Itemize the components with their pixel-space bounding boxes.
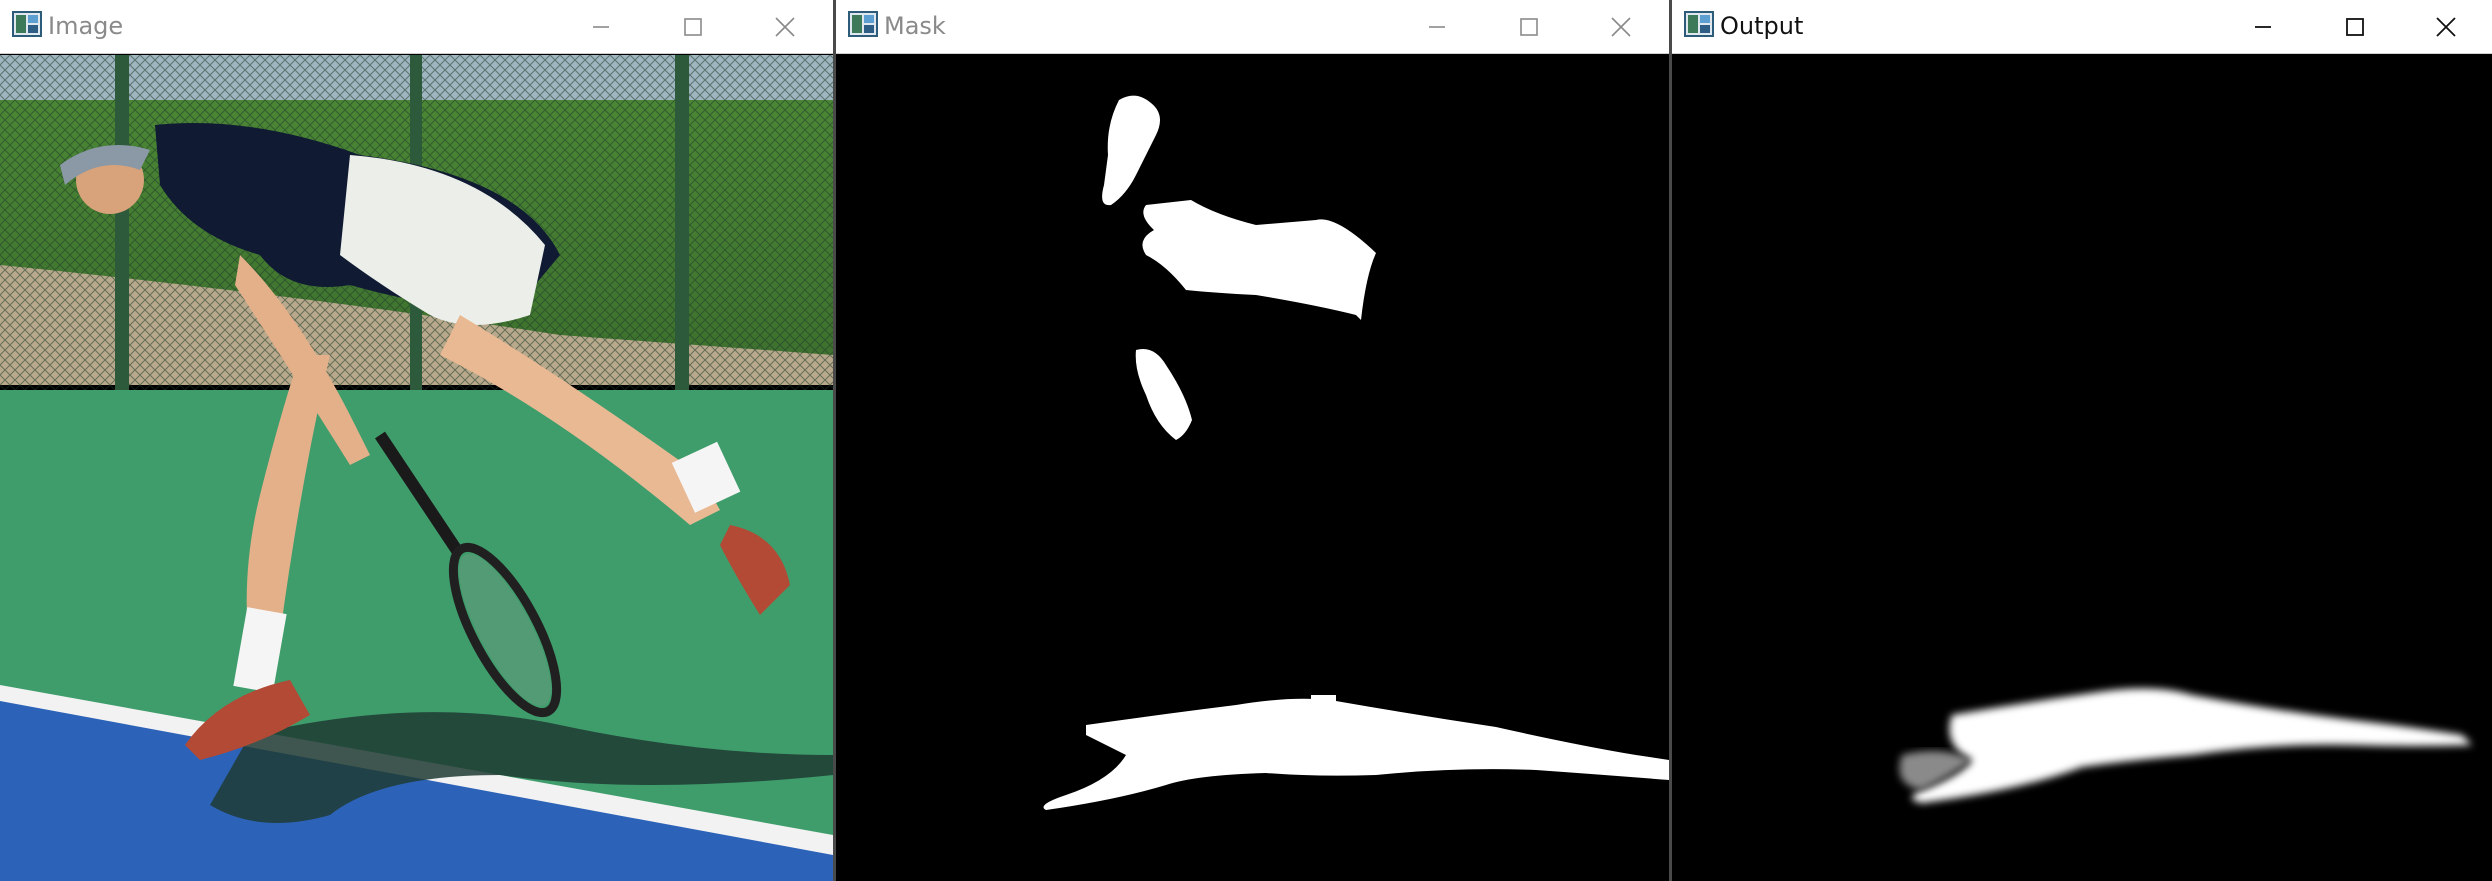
mask-image bbox=[836, 55, 1669, 881]
close-icon bbox=[775, 16, 795, 37]
maximize-icon bbox=[2346, 17, 2364, 36]
maximize-button[interactable] bbox=[647, 0, 739, 53]
maximize-button[interactable] bbox=[1483, 0, 1575, 53]
maximize-icon bbox=[684, 17, 702, 36]
mask-window: Mask bbox=[836, 0, 1669, 881]
window-title: Mask bbox=[884, 12, 946, 40]
image-window: Image bbox=[0, 0, 833, 881]
minimize-button[interactable] bbox=[2217, 0, 2309, 53]
close-icon bbox=[2436, 16, 2456, 37]
app-window-icon bbox=[12, 11, 42, 37]
title-bar[interactable]: Output bbox=[1672, 0, 2492, 54]
close-button[interactable] bbox=[1575, 0, 1667, 53]
close-button[interactable] bbox=[2400, 0, 2492, 53]
minimize-button[interactable] bbox=[555, 0, 647, 53]
window-title: Output bbox=[1720, 12, 1804, 40]
window-title: Image bbox=[48, 12, 124, 40]
minimize-icon bbox=[593, 25, 609, 28]
maximize-button[interactable] bbox=[2309, 0, 2401, 53]
app-window-icon bbox=[1684, 11, 1714, 37]
maximize-icon bbox=[1520, 17, 1538, 36]
minimize-button[interactable] bbox=[1391, 0, 1483, 53]
output-image bbox=[1672, 55, 2492, 881]
title-bar[interactable]: Mask bbox=[836, 0, 1669, 54]
title-bar[interactable]: Image bbox=[0, 0, 833, 54]
close-button[interactable] bbox=[739, 0, 831, 53]
app-window-icon bbox=[848, 11, 878, 37]
close-icon bbox=[1611, 16, 1631, 37]
output-window: Output bbox=[1672, 0, 2492, 881]
minimize-icon bbox=[2255, 25, 2271, 28]
tennis-photo bbox=[0, 55, 833, 881]
minimize-icon bbox=[1429, 25, 1445, 28]
